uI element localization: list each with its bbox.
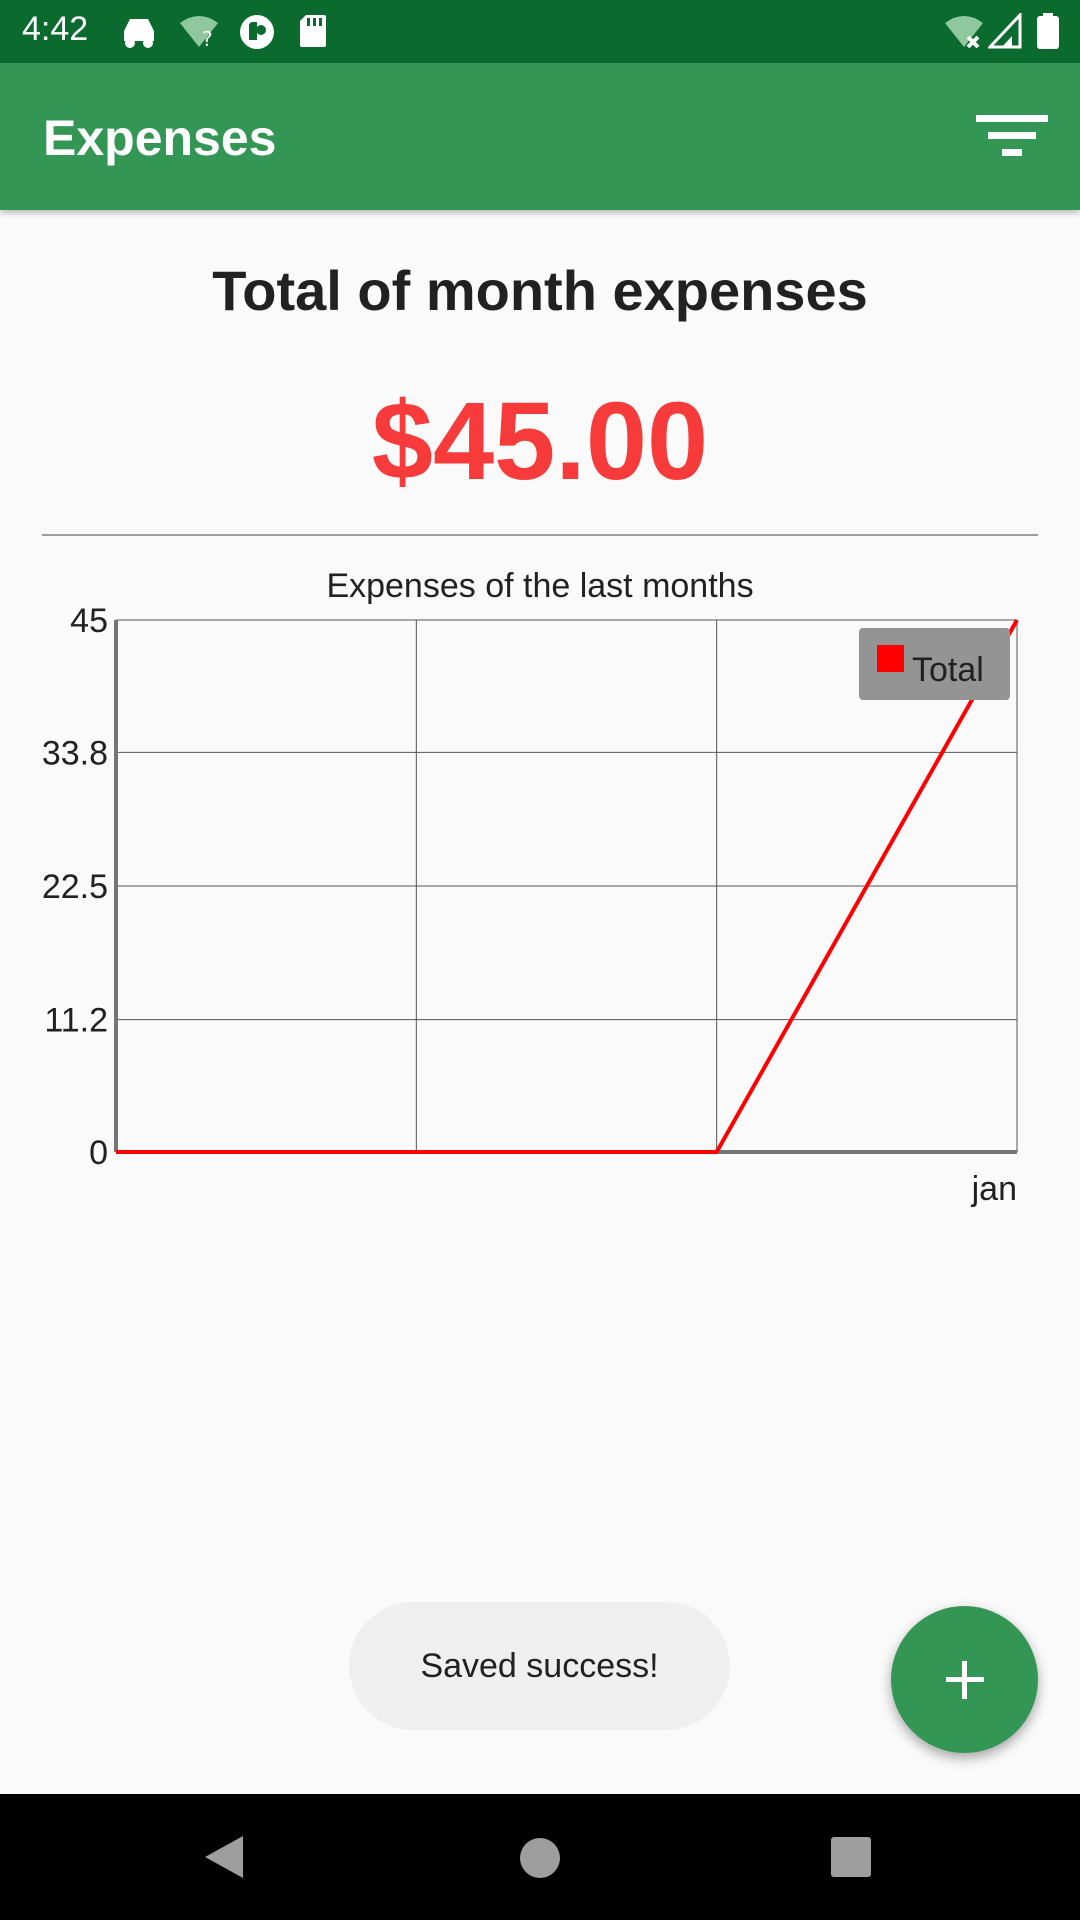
expenses-line-chart: Expenses of the last months 0 11.2 22.5 33.…: [42, 567, 1019, 1208]
recents-icon[interactable]: [831, 1837, 871, 1877]
svg-text:?: ?: [202, 27, 213, 49]
status-bar: 4:42 ?: [0, 0, 1080, 63]
summary-heading: Total of month expenses: [212, 259, 868, 322]
cell-signal-icon: [988, 13, 1022, 49]
battery-icon: [1037, 13, 1059, 49]
status-time: 4:42: [22, 10, 89, 48]
x-tick-label: jan: [971, 1170, 1017, 1208]
home-icon[interactable]: [519, 1837, 561, 1879]
filter-button[interactable]: [970, 101, 1054, 171]
plus-icon-vertical: [962, 1661, 967, 1699]
toast-message: Saved success!: [349, 1602, 730, 1730]
sd-card-icon: [300, 15, 326, 47]
wifi-off-icon: [945, 16, 983, 49]
legend-swatch: [877, 645, 904, 672]
y-tick-label: 11.2: [44, 1002, 108, 1040]
app-title: Expenses: [43, 110, 277, 166]
total-amount: $45.00: [371, 380, 709, 503]
y-tick-label: 33.8: [42, 734, 108, 772]
y-tick-label: 45: [70, 602, 108, 640]
back-icon[interactable]: [203, 1834, 245, 1880]
add-expense-button[interactable]: [891, 1606, 1038, 1753]
y-tick-label: 22.5: [42, 868, 108, 906]
filter-icon-bar-middle: [988, 132, 1036, 139]
legend-label: Total: [912, 651, 984, 689]
filter-icon-bar-top: [976, 115, 1048, 122]
divider: [42, 534, 1038, 536]
chart-legend: Total: [859, 628, 1010, 700]
wifi-question-icon: ?: [180, 16, 218, 49]
chart-title: Expenses of the last months: [326, 567, 753, 605]
filter-icon-bar-bottom: [1002, 149, 1022, 156]
car-mode-icon: [124, 19, 154, 48]
pocket-casts-icon: [240, 15, 274, 49]
navigation-bar: [0, 1794, 1080, 1920]
app-bar: Expenses: [0, 63, 1080, 210]
y-tick-label: 0: [89, 1134, 108, 1172]
